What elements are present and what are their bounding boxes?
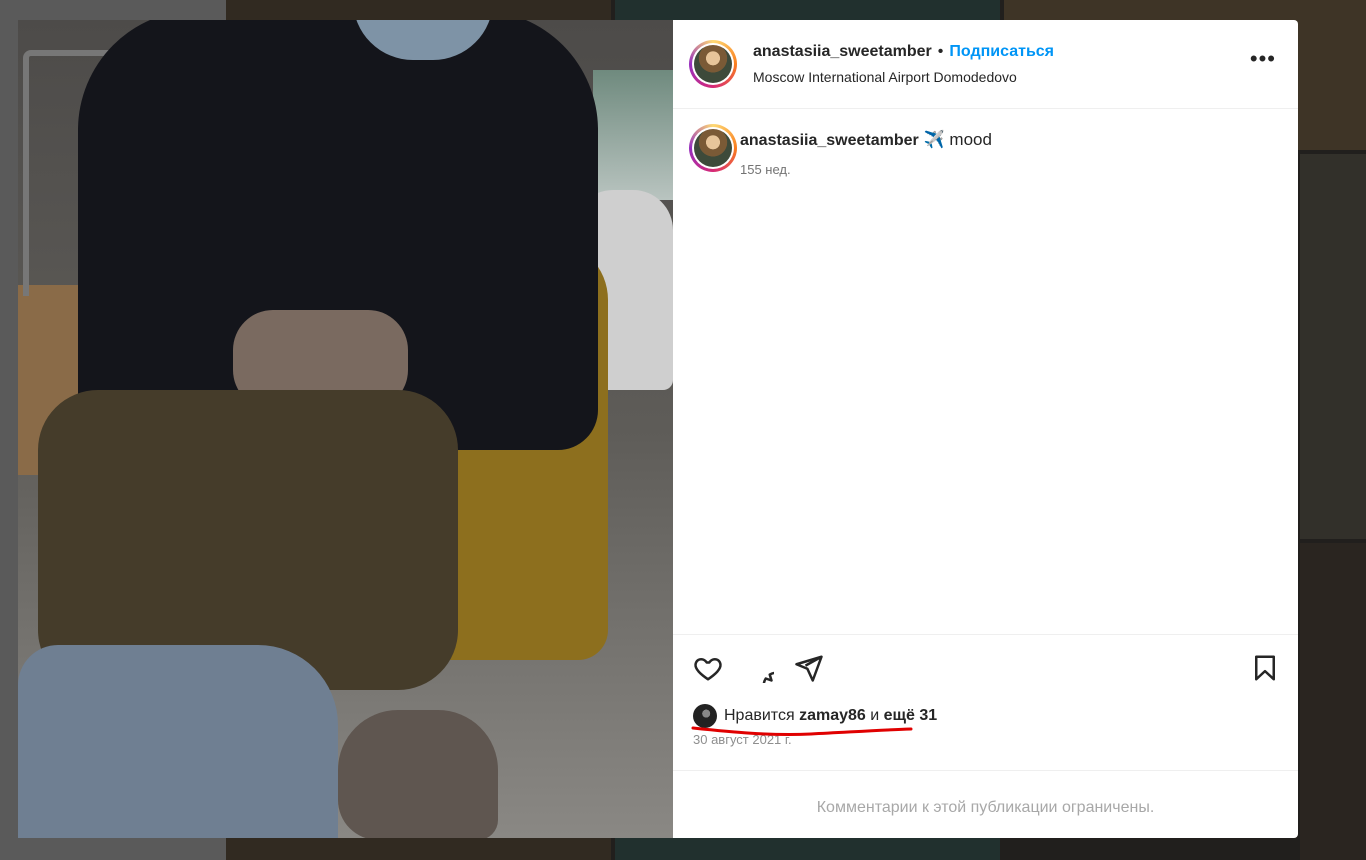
caption-avatar[interactable] [689,124,737,172]
caption-timestamp[interactable]: 155 нед. [740,162,791,177]
caption-line: anastasiia_sweetamber ✈️ mood [740,130,992,150]
post-modal: anastasiia_sweetamber • Подписаться Moscow… [18,20,1298,838]
heart-icon[interactable] [693,653,723,683]
post-photo [18,20,673,838]
caption-username-link[interactable]: anastasiia_sweetamber [740,132,919,149]
more-options-icon[interactable]: ••• [1250,48,1276,70]
share-icon[interactable] [794,653,824,683]
airplane-emoji: ✈️ [923,130,945,149]
comments-restricted-footer: Комментарии к этой публикации ограничены… [673,770,1298,838]
red-underline-annotation [691,726,913,737]
post-header: anastasiia_sweetamber • Подписаться Moscow… [673,20,1298,109]
caption-text: mood [949,130,992,149]
comment-icon[interactable] [744,653,774,683]
action-bar [673,634,1298,697]
separator-dot: • [937,43,944,60]
comments-restricted-text: Комментарии к этой публикации ограничены… [816,799,1155,816]
follow-button[interactable]: Подписаться [949,43,1054,60]
post-details-panel: anastasiia_sweetamber • Подписаться Moscow… [673,20,1298,838]
location-link[interactable]: Moscow International Airport Domodedovo [753,69,1017,85]
author-avatar[interactable] [689,40,737,88]
author-username-link[interactable]: anastasiia_sweetamber [753,43,932,60]
bookmark-icon[interactable] [1250,653,1280,683]
